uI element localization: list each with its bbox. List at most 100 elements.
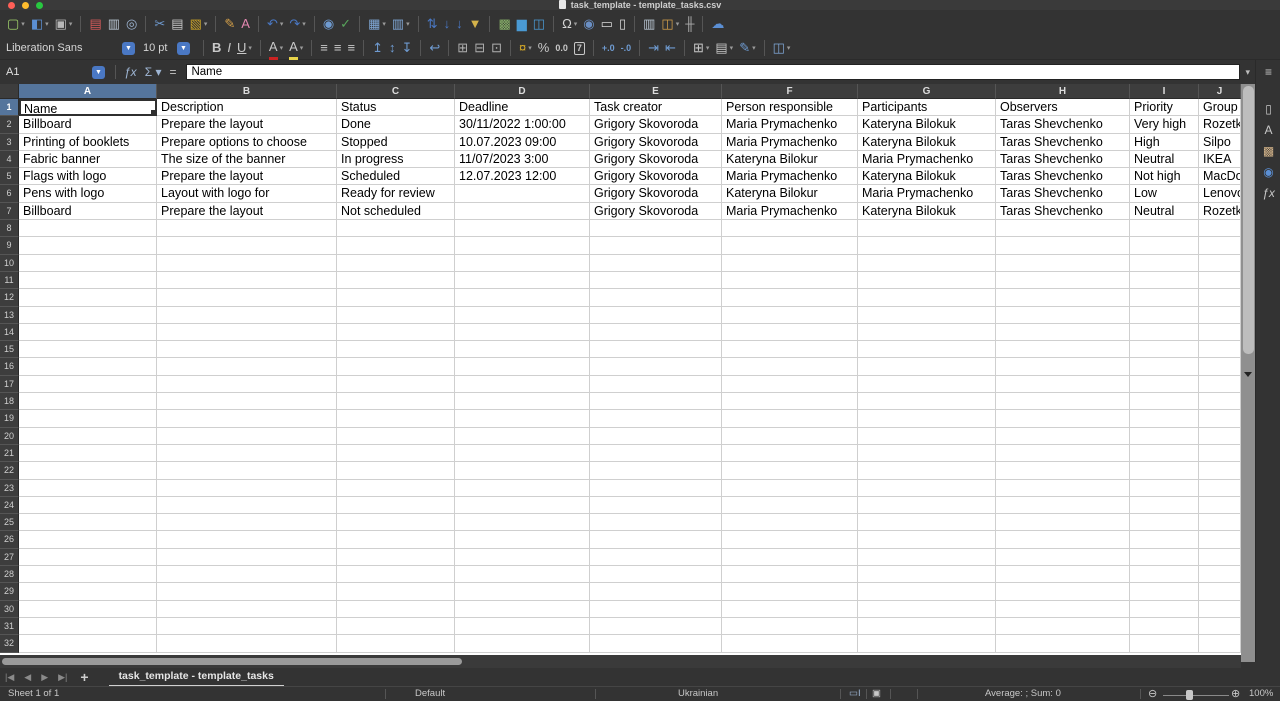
cell-G14[interactable] [858, 323, 996, 342]
cell-H1[interactable]: Observers [996, 99, 1130, 117]
cell-I21[interactable] [1130, 444, 1199, 463]
cell-I18[interactable] [1130, 393, 1199, 411]
cell-J28[interactable] [1199, 566, 1241, 584]
cell-B30[interactable] [157, 600, 337, 618]
cell-A31[interactable] [19, 617, 157, 636]
cell-B31[interactable] [157, 617, 337, 636]
cell-A11[interactable] [19, 271, 157, 290]
cell-H20[interactable] [996, 427, 1130, 445]
row-header-20[interactable]: 20 [0, 427, 19, 445]
cell-B3[interactable]: Prepare options to choose [157, 133, 337, 151]
borders-icon[interactable]: ⊞ ▾ [691, 38, 711, 58]
insert-column-icon[interactable]: ▥ ▾ [390, 14, 412, 34]
cell-J29[interactable] [1199, 583, 1241, 601]
cell-G32[interactable] [858, 635, 996, 653]
name-box[interactable]: A1 [0, 64, 92, 80]
cell-F31[interactable] [722, 617, 858, 636]
cell-C8[interactable] [337, 220, 455, 238]
cell-G26[interactable] [858, 531, 996, 549]
cell-D15[interactable] [455, 341, 590, 359]
select-all-corner[interactable] [0, 84, 19, 99]
equals-formula-icon[interactable]: = [165, 65, 180, 79]
sort-icon[interactable]: ⇅ [425, 14, 440, 34]
cell-E7[interactable]: Grigory Skovoroda [590, 202, 722, 221]
cell-F22[interactable] [722, 462, 858, 480]
cell-D6[interactable] [455, 185, 590, 203]
function-wizard-icon[interactable]: ƒx [120, 65, 141, 79]
print-preview-icon[interactable]: ◎ [124, 14, 139, 34]
cell-F25[interactable] [722, 514, 858, 532]
cell-H31[interactable] [996, 617, 1130, 636]
cell-D27[interactable] [455, 548, 590, 567]
new-document-icon[interactable]: ▢ ▾ [5, 14, 27, 34]
cell-D18[interactable] [455, 393, 590, 411]
cell-J17[interactable] [1199, 375, 1241, 394]
merge-cells-icon[interactable]: ⊞ [455, 38, 470, 58]
cell-J11[interactable] [1199, 271, 1241, 290]
previous-sheet-icon[interactable]: ◀ [19, 672, 36, 683]
cell-G17[interactable] [858, 375, 996, 394]
cell-B13[interactable] [157, 306, 337, 324]
cell-J16[interactable] [1199, 358, 1241, 376]
find-replace-icon[interactable]: ◉ [321, 14, 336, 34]
cell-D28[interactable] [455, 566, 590, 584]
cell-C6[interactable]: Ready for review [337, 185, 455, 203]
cell-A12[interactable] [19, 289, 157, 307]
cell-D30[interactable] [455, 600, 590, 618]
cell-H32[interactable] [996, 635, 1130, 653]
row-header-29[interactable]: 29 [0, 583, 19, 601]
cell-B20[interactable] [157, 427, 337, 445]
border-style-icon[interactable]: ▤ ▾ [713, 38, 735, 58]
align-center-icon[interactable]: ≡ [332, 38, 344, 58]
border-color-icon[interactable]: ✎ ▾ [737, 38, 757, 58]
cell-J2[interactable]: Rozetka [1199, 116, 1241, 134]
delete-decimal-icon[interactable]: -.0 [619, 38, 634, 58]
horizontal-scrollbar[interactable] [0, 655, 1241, 668]
cell-E8[interactable] [590, 220, 722, 238]
cell-G28[interactable] [858, 566, 996, 584]
cell-A9[interactable] [19, 237, 157, 255]
column-header-B[interactable]: B [157, 84, 337, 99]
cell-D20[interactable] [455, 427, 590, 445]
cell-F21[interactable] [722, 444, 858, 463]
save-icon[interactable]: ▣ ▾ [53, 14, 75, 34]
cell-E23[interactable] [590, 479, 722, 497]
cell-E9[interactable] [590, 237, 722, 255]
cell-E1[interactable]: Task creator [590, 99, 722, 117]
cell-A14[interactable] [19, 323, 157, 342]
cell-G27[interactable] [858, 548, 996, 567]
cell-E20[interactable] [590, 427, 722, 445]
font-name-select[interactable]: Liberation Sans ▼ [6, 39, 135, 57]
cell-E15[interactable] [590, 341, 722, 359]
cell-A8[interactable] [19, 220, 157, 238]
cell-D14[interactable] [455, 323, 590, 342]
cell-G18[interactable] [858, 393, 996, 411]
column-header-E[interactable]: E [590, 84, 722, 99]
row-header-13[interactable]: 13 [0, 306, 19, 324]
cell-D13[interactable] [455, 306, 590, 324]
cell-F27[interactable] [722, 548, 858, 567]
row-header-6[interactable]: 6 [0, 185, 19, 203]
cell-I3[interactable]: High [1130, 133, 1199, 151]
cell-C23[interactable] [337, 479, 455, 497]
cell-I10[interactable] [1130, 254, 1199, 272]
cell-F24[interactable] [722, 496, 858, 515]
cell-F28[interactable] [722, 566, 858, 584]
cell-A3[interactable]: Printing of booklets [19, 133, 157, 151]
cell-I2[interactable]: Very high [1130, 116, 1199, 134]
cell-E5[interactable]: Grigory Skovoroda [590, 168, 722, 186]
cell-A21[interactable] [19, 444, 157, 463]
cell-F7[interactable]: Maria Prymachenko [722, 202, 858, 221]
cell-D25[interactable] [455, 514, 590, 532]
cell-G31[interactable] [858, 617, 996, 636]
cell-B14[interactable] [157, 323, 337, 342]
cell-F8[interactable] [722, 220, 858, 238]
cell-G15[interactable] [858, 341, 996, 359]
bold-icon[interactable]: B [210, 38, 223, 58]
cell-F23[interactable] [722, 479, 858, 497]
cell-I26[interactable] [1130, 531, 1199, 549]
row-header-30[interactable]: 30 [0, 600, 19, 618]
cell-E24[interactable] [590, 496, 722, 515]
decrease-indent-icon[interactable]: ⇤ [663, 38, 678, 58]
freeze-panes-icon[interactable]: ◫ ▾ [659, 14, 681, 34]
